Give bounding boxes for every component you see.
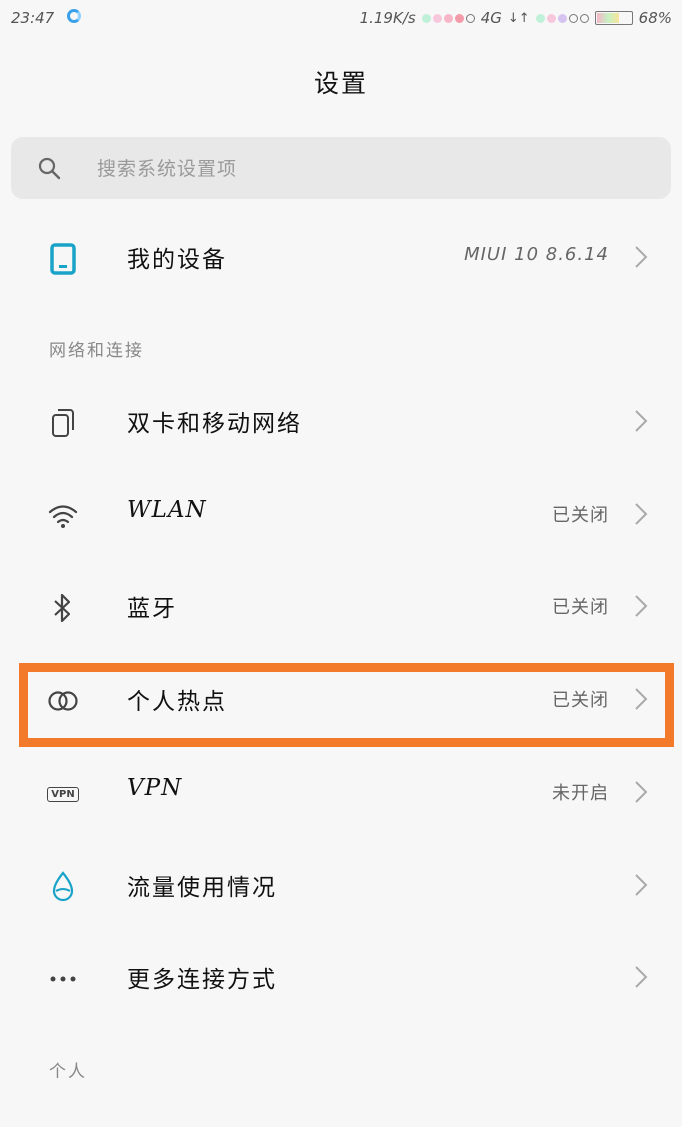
item-more-connections[interactable]: 更多连接方式 xyxy=(0,932,682,1024)
signal-1-icon xyxy=(421,13,475,23)
my-device-item[interactable]: 我的设备 MIUI 10 8.6.14 xyxy=(0,212,682,304)
network-type: 4G xyxy=(480,9,502,27)
search-box[interactable] xyxy=(11,137,671,199)
item-dual-sim[interactable]: 双卡和移动网络 xyxy=(0,376,682,468)
wifi-icon xyxy=(44,497,82,535)
chevron-right-icon xyxy=(635,246,648,268)
item-value: 已关闭 xyxy=(552,597,609,618)
vpn-icon: VPN xyxy=(44,775,82,813)
item-hotspot[interactable]: 个人热点 已关闭 xyxy=(0,654,682,746)
section-network-header: 网络和连接 xyxy=(49,341,144,361)
item-label: 个人热点 xyxy=(127,689,227,715)
chevron-right-icon xyxy=(635,688,648,710)
data-usage-icon xyxy=(44,868,82,906)
item-value: 未开启 xyxy=(552,783,609,804)
chevron-right-icon xyxy=(635,874,648,896)
dual-sim-icon xyxy=(44,404,82,442)
network-speed: 1.19K/s xyxy=(359,9,416,27)
item-data-usage[interactable]: 流量使用情况 xyxy=(0,840,682,932)
chevron-right-icon xyxy=(635,966,648,988)
app-notification-icon xyxy=(67,9,81,23)
chevron-right-icon xyxy=(635,503,648,525)
item-value: 已关闭 xyxy=(552,690,609,711)
item-label: VPN xyxy=(127,775,183,801)
my-device-label: 我的设备 xyxy=(127,247,227,273)
item-vpn[interactable]: VPN VPN 未开启 xyxy=(0,747,682,839)
status-right: 1.19K/s 4G ↓↑ 68% xyxy=(360,9,672,27)
hotspot-icon xyxy=(44,682,82,720)
item-label: 蓝牙 xyxy=(127,596,177,622)
chevron-right-icon xyxy=(635,410,648,432)
device-icon xyxy=(44,240,82,278)
item-bluetooth[interactable]: 蓝牙 已关闭 xyxy=(0,561,682,653)
battery-fill xyxy=(596,13,620,23)
chevron-right-icon xyxy=(635,595,648,617)
section-personal-header: 个人 xyxy=(49,1062,87,1082)
item-label: 双卡和移动网络 xyxy=(127,411,302,437)
signal-2-icon xyxy=(535,13,589,23)
status-time: 23:47 xyxy=(11,9,55,27)
battery-icon xyxy=(594,11,633,25)
item-label: WLAN xyxy=(127,497,207,523)
battery-percent: 68% xyxy=(638,9,672,27)
item-label: 流量使用情况 xyxy=(127,875,277,901)
item-value: 已关闭 xyxy=(552,505,609,526)
my-device-version: MIUI 10 8.6.14 xyxy=(464,244,609,265)
search-icon xyxy=(38,157,61,180)
chevron-right-icon xyxy=(635,781,648,803)
item-wlan[interactable]: WLAN 已关闭 xyxy=(0,469,682,561)
search-input[interactable] xyxy=(95,151,639,187)
status-bar: 23:47 1.19K/s 4G ↓↑ 68% xyxy=(0,0,682,38)
more-icon xyxy=(44,960,82,998)
vpn-icon-text: VPN xyxy=(47,786,79,802)
data-arrows-icon: ↓↑ xyxy=(507,10,530,26)
bluetooth-icon xyxy=(44,589,82,627)
page-title: 设置 xyxy=(313,69,368,98)
item-label: 更多连接方式 xyxy=(127,967,277,993)
